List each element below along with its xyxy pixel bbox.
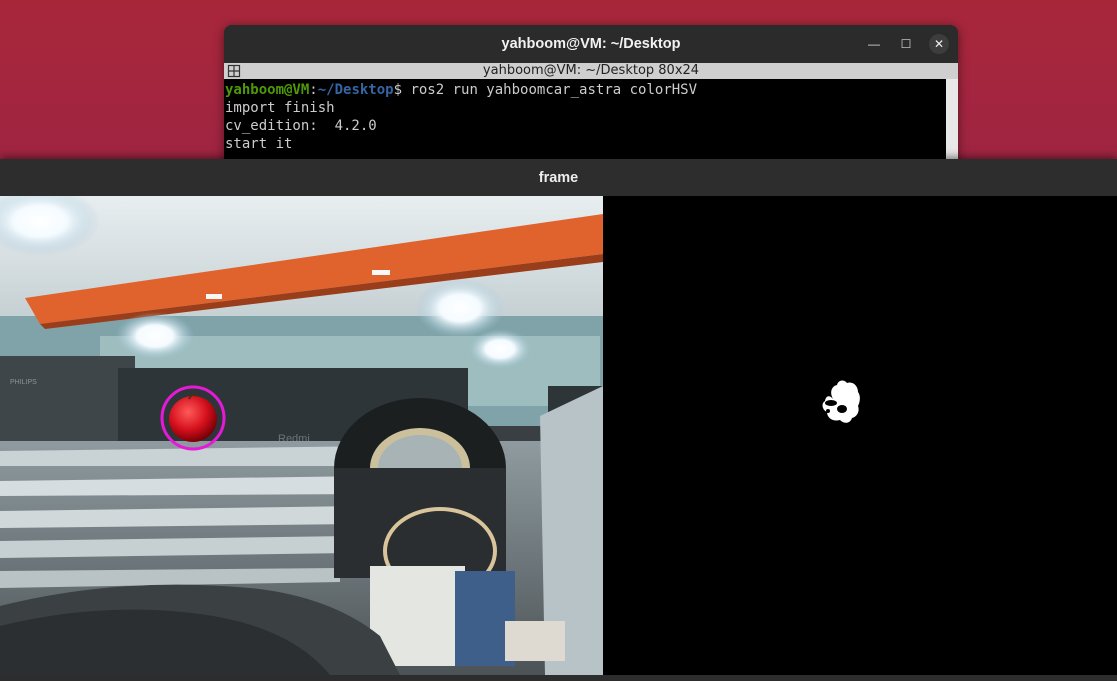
terminal-tab-bar: yahboom@VM: ~/Desktop 80x24 [224,63,958,79]
close-icon[interactable]: ✕ [929,34,949,54]
output-line: start it [225,136,293,152]
frame-titlebar[interactable]: frame [0,159,1117,197]
output-line: import finish [225,100,335,116]
frame-title: frame [538,170,579,186]
command-text: ros2 run yahboomcar_astra colorHSV [410,82,698,98]
maximize-icon[interactable]: ☐ [896,34,916,54]
camera-view: PHILIPS Redmi [0,196,603,675]
window-bottom-edge [0,675,1117,681]
monitor-brand-label: PHILIPS [10,379,37,386]
prompt-path: ~/Desktop [317,82,394,98]
prompt-separator: : [309,82,318,98]
mask-view [603,196,1117,675]
terminal-window[interactable]: yahboom@VM: ~/Desktop — ☐ ✕ yahboom@VM: … [224,25,958,175]
mask-blob [822,380,860,423]
tab-title[interactable]: yahboom@VM: ~/Desktop 80x24 [224,63,958,79]
output-line: cv_edition: 4.2.0 [225,118,377,134]
terminal-title: yahboom@VM: ~/Desktop [501,36,681,52]
terminal-titlebar[interactable]: yahboom@VM: ~/Desktop — ☐ ✕ [224,25,958,63]
prompt-user: yahboom@VM [225,82,310,98]
frame-window[interactable]: frame PHILIPS Redmi [0,159,1117,681]
red-target-object [169,396,217,442]
prompt-end: $ [393,82,411,98]
minimize-icon[interactable]: — [864,34,884,54]
